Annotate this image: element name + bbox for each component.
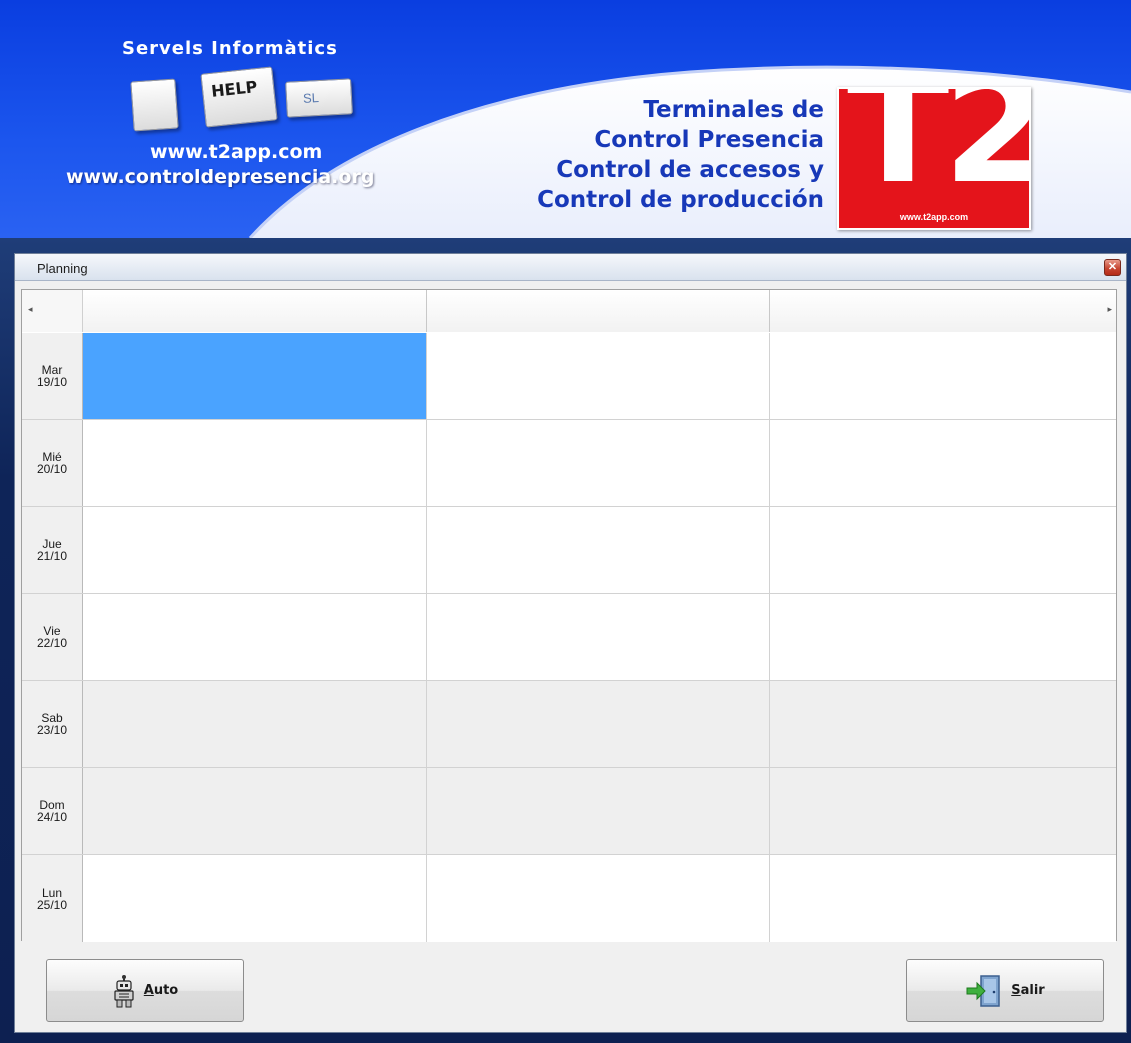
planning-cell[interactable]: [770, 768, 1116, 854]
close-icon: ✕: [1107, 261, 1118, 273]
t2-logo-text: T2: [847, 87, 1031, 217]
row-date-label: 21/10: [36, 549, 68, 563]
planning-cell[interactable]: [770, 681, 1116, 767]
grid-corner-cell: ◂: [22, 290, 83, 332]
row-header-day[interactable]: Jue 21/10: [22, 507, 83, 593]
planning-row: Mar 19/10: [22, 333, 1116, 420]
column-header[interactable]: [427, 290, 770, 332]
url-primary: www.t2app.com: [150, 141, 323, 163]
planning-cell[interactable]: [427, 507, 770, 593]
auto-button-label: Auto: [143, 983, 179, 998]
planning-grid: ◂ ▸ Mar 19/10 Mié 20/10 Jue 21/10 Vie 22/10 Sab 2…: [21, 289, 1117, 942]
planning-cell[interactable]: [83, 420, 427, 506]
planning-row: Lun 25/10: [22, 855, 1116, 942]
row-header-day[interactable]: Vie 22/10: [22, 594, 83, 680]
window-title: Planning: [37, 261, 88, 276]
row-header-day[interactable]: Mié 20/10: [22, 420, 83, 506]
tagline-line: Control de accesos y: [556, 157, 824, 183]
column-header[interactable]: [83, 290, 427, 332]
auto-button[interactable]: Auto: [46, 959, 244, 1022]
t2-logo: T2 www.t2app.com: [837, 87, 1031, 230]
scroll-right-arrow-icon[interactable]: ▸: [1107, 304, 1112, 315]
tagline: Terminales de Control Presencia Control …: [460, 95, 824, 215]
salir-button[interactable]: Salir: [906, 959, 1104, 1022]
row-header-day[interactable]: Lun 25/10: [22, 855, 83, 942]
row-date-label: 22/10: [36, 636, 68, 650]
planning-row: Vie 22/10: [22, 594, 1116, 681]
row-header-day[interactable]: Mar 19/10: [22, 333, 83, 419]
column-header[interactable]: [770, 290, 1116, 332]
row-header-day[interactable]: Sab 23/10: [22, 681, 83, 767]
planning-cell[interactable]: [770, 855, 1116, 942]
salir-button-label: Salir: [1011, 983, 1045, 998]
planning-cell[interactable]: [83, 333, 427, 419]
key-sl-text: SL: [302, 90, 320, 106]
keyboard-key-graphic: [130, 78, 179, 132]
tagline-line: Control de producción: [537, 187, 824, 213]
planning-cell[interactable]: [427, 768, 770, 854]
planning-cell[interactable]: [427, 333, 770, 419]
grid-header: ◂ ▸: [22, 290, 1116, 332]
planning-row: Jue 21/10: [22, 507, 1116, 594]
tagline-line: Control Presencia: [594, 127, 824, 153]
row-date-label: 20/10: [36, 462, 68, 476]
row-header-day[interactable]: Dom 24/10: [22, 768, 83, 854]
planning-cell[interactable]: [427, 594, 770, 680]
planning-cell[interactable]: [83, 681, 427, 767]
planning-cell[interactable]: [427, 855, 770, 942]
planning-cell[interactable]: [83, 507, 427, 593]
planning-window: Planning ✕ ◂ ▸ Mar 19/10 Mié 20/10 Jue 21/10 V…: [14, 253, 1127, 1033]
brand-title: Servels Informàtics: [122, 38, 338, 59]
app-root: Servels Informàtics HELP SL www.t2app.co…: [0, 0, 1131, 1043]
scroll-left-arrow-icon[interactable]: ◂: [28, 304, 33, 315]
planning-row: Sab 23/10: [22, 681, 1116, 768]
t2-logo-url: www.t2app.com: [899, 212, 969, 222]
planning-cell[interactable]: [770, 420, 1116, 506]
exit-door-icon: [966, 974, 1000, 1007]
planning-cell[interactable]: [83, 594, 427, 680]
window-titlebar[interactable]: Planning ✕: [15, 254, 1126, 281]
planning-row: Mié 20/10: [22, 420, 1116, 507]
close-button[interactable]: ✕: [1104, 259, 1121, 276]
keyboard-key-sl: SL: [285, 78, 353, 118]
banner: Servels Informàtics HELP SL www.t2app.co…: [0, 0, 1131, 238]
planning-cell[interactable]: [427, 681, 770, 767]
row-date-label: 23/10: [36, 723, 68, 737]
row-date-label: 19/10: [36, 375, 68, 389]
planning-cell[interactable]: [83, 855, 427, 942]
tagline-line: Terminales de: [643, 97, 824, 123]
planning-cell[interactable]: [427, 420, 770, 506]
planning-cell[interactable]: [770, 333, 1116, 419]
planning-cell[interactable]: [770, 507, 1116, 593]
robot-icon: [114, 974, 134, 1007]
url-secondary: www.controldepresencia.org: [66, 166, 375, 188]
planning-cell[interactable]: [83, 768, 427, 854]
row-date-label: 25/10: [36, 897, 68, 912]
row-day-label: Lun: [41, 885, 63, 900]
row-date-label: 24/10: [36, 810, 68, 824]
planning-row: Dom 24/10: [22, 768, 1116, 855]
key-help-text: HELP: [210, 77, 259, 101]
keyboard-key-help: HELP: [200, 66, 278, 128]
planning-cell[interactable]: [770, 594, 1116, 680]
